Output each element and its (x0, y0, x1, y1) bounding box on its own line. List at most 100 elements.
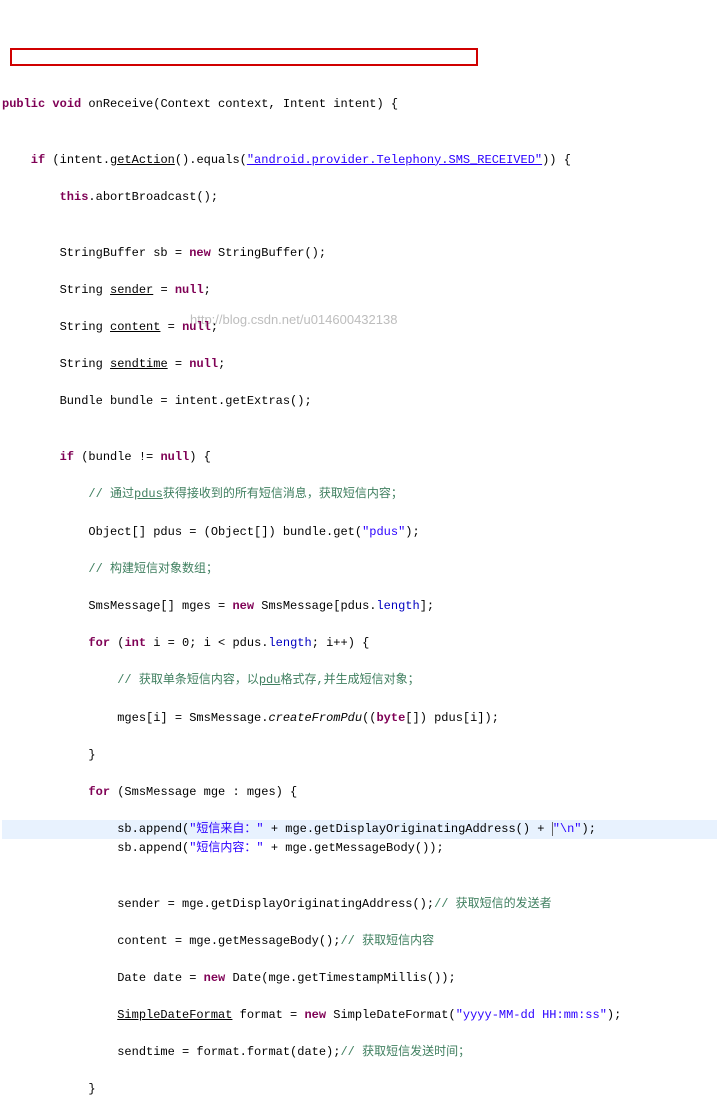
kw-new: new (304, 1008, 326, 1022)
kw-new: new (189, 246, 211, 260)
comment-underlined: pdus (134, 487, 163, 501)
text: ().equals( (175, 153, 247, 167)
kw-int: int (124, 636, 146, 650)
code-line: Date date = new Date(mge.getTimestampMil… (2, 969, 717, 988)
kw-null: null (175, 283, 204, 297)
text: + mge.getDisplayOriginatingAddress() + (264, 822, 552, 836)
text (2, 1008, 117, 1022)
text: String (2, 283, 110, 297)
string-literal: "pdus" (362, 525, 405, 539)
text: = (153, 283, 175, 297)
kw-if: if (2, 450, 74, 464)
text: ; (218, 357, 225, 371)
code-line-highlighted: this.abortBroadcast(); (2, 188, 717, 207)
code-block: public void onReceive(Context context, I… (2, 76, 717, 1104)
code-line: Bundle bundle = intent.getExtras(); (2, 392, 717, 411)
code-line: // 构建短信对象数组； (2, 560, 717, 579)
kw-for: for (2, 636, 110, 650)
kw-byte: byte (376, 711, 405, 725)
code-line: } (2, 746, 717, 765)
kw-new: new (204, 971, 226, 985)
text: ); (405, 525, 419, 539)
code-line: // 通过pdus获得接收到的所有短信消息，获取短信内容； (2, 485, 717, 504)
comment-underlined: pdu (259, 673, 281, 687)
text: []) pdus[i]); (405, 711, 499, 725)
text: sb.append( (2, 822, 189, 836)
text: ; (204, 283, 211, 297)
text: (bundle != (74, 450, 160, 464)
text: String (2, 357, 110, 371)
comment: // 构建短信对象数组； (2, 562, 218, 576)
var-sendtime: sendtime (110, 357, 168, 371)
text: Date date = (2, 971, 204, 985)
comment: // 获取单条短信内容，以 (2, 673, 259, 687)
code-line: // 获取单条短信内容，以pdu格式存,并生成短信对象； (2, 671, 717, 690)
code-line: SimpleDateFormat format = new SimpleDate… (2, 1006, 717, 1025)
kw-new: new (232, 599, 254, 613)
kw-null: null (189, 357, 218, 371)
text: sb.append( (2, 841, 189, 855)
code-line: public void onReceive(Context context, I… (2, 95, 717, 114)
text: onReceive(Context context, Intent intent… (81, 97, 398, 111)
method-getaction: getAction (110, 153, 175, 167)
code-line: String sendtime = null; (2, 355, 717, 374)
text: ); (582, 822, 596, 836)
text: (( (362, 711, 376, 725)
kw-public: public (2, 97, 45, 111)
string-literal: "短信来自：" (189, 822, 263, 836)
kw-null: null (160, 450, 189, 464)
text: mges[i] = SmsMessage. (2, 711, 268, 725)
string-literal: "\n" (553, 822, 582, 836)
text: .abortBroadcast(); (88, 190, 218, 204)
text: ; (211, 320, 218, 334)
text: (intent. (45, 153, 110, 167)
kw-void: void (45, 97, 81, 111)
code-line: StringBuffer sb = new StringBuffer(); (2, 244, 717, 263)
text: SmsMessage[pdus. (254, 599, 376, 613)
code-line: String sender = null; (2, 281, 717, 300)
string-literal: "yyyy-MM-dd HH:mm:ss" (456, 1008, 607, 1022)
text: ]; (420, 599, 434, 613)
text: + mge.getMessageBody()); (264, 841, 444, 855)
code-line-current: sb.append("短信来自：" + mge.getDisplayOrigin… (2, 820, 717, 839)
code-line: if (bundle != null) { (2, 448, 717, 467)
code-line: sendtime = format.format(date);// 获取短信发送… (2, 1043, 717, 1062)
code-line: String content = null; (2, 318, 717, 337)
code-line: Object[] pdus = (Object[]) bundle.get("p… (2, 523, 717, 542)
comment: // 获取短信发送时间； (340, 1045, 470, 1059)
text: Object[] pdus = (Object[]) bundle.get( (2, 525, 362, 539)
text: sender = mge.getDisplayOriginatingAddres… (2, 897, 434, 911)
code-line: mges[i] = SmsMessage.createFromPdu((byte… (2, 709, 717, 728)
text: Date(mge.getTimestampMillis()); (225, 971, 455, 985)
code-line: SmsMessage[] mges = new SmsMessage[pdus.… (2, 597, 717, 616)
red-highlight-box (10, 48, 478, 66)
code-line: sb.append("短信内容：" + mge.getMessageBody()… (2, 839, 717, 858)
text: = (160, 320, 182, 334)
field-length: length (268, 636, 311, 650)
kw-for: for (2, 785, 110, 799)
text: = (168, 357, 190, 371)
code-line: } (2, 1080, 717, 1099)
code-line: sender = mge.getDisplayOriginatingAddres… (2, 895, 717, 914)
kw-null: null (182, 320, 211, 334)
comment: // 通过 (2, 487, 134, 501)
text: ); (607, 1008, 621, 1022)
text: i = 0; i < pdus. (146, 636, 268, 650)
text: content = mge.getMessageBody(); (2, 934, 340, 948)
comment: 格式存,并生成短信对象； (280, 673, 419, 687)
var-content: content (110, 320, 160, 334)
string-literal: "短信内容：" (189, 841, 263, 855)
code-line: if (intent.getAction().equals("android.p… (2, 151, 717, 170)
code-line: for (int i = 0; i < pdus.length; i++) { (2, 634, 717, 653)
text: SimpleDateFormat( (326, 1008, 456, 1022)
text: )) { (542, 153, 571, 167)
text: format = (232, 1008, 304, 1022)
field-length: length (376, 599, 419, 613)
text: String (2, 320, 110, 334)
text: StringBuffer sb = (2, 246, 189, 260)
text: Bundle bundle = intent.getExtras(); (2, 394, 312, 408)
text: (SmsMessage mge : mges) { (110, 785, 297, 799)
static-method: createFromPdu (268, 711, 362, 725)
kw-this: this (2, 190, 88, 204)
kw-if: if (2, 153, 45, 167)
